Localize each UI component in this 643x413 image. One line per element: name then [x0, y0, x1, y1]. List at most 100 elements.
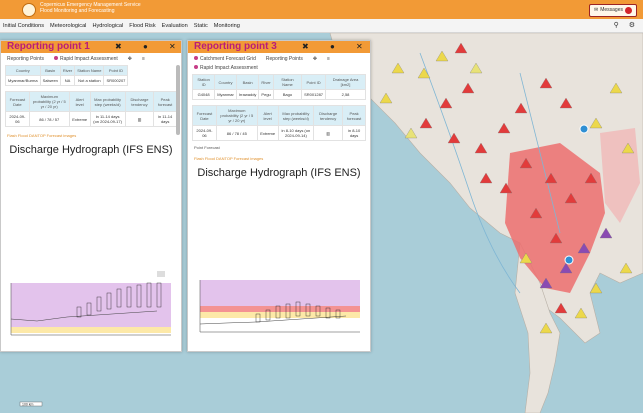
cell: G4048	[191, 89, 216, 100]
menu-icon[interactable]: ≡	[327, 56, 330, 62]
app-header: Copernicus Emergency Management Service …	[0, 0, 643, 19]
pin-dot-icon	[53, 56, 58, 60]
app-title: Copernicus Emergency Management Service …	[40, 2, 141, 14]
settings-icon[interactable]: ⚙	[629, 21, 635, 29]
pin-icon[interactable]: ●	[143, 42, 148, 52]
reporting-points-link[interactable]: Reporting Points	[7, 56, 44, 62]
panel-title: Reporting point 3	[194, 41, 277, 52]
panel-title: Reporting point 1	[7, 41, 90, 52]
app-logo	[22, 3, 36, 17]
link-text: Rapid Impact Assessment	[59, 56, 118, 62]
cell: Extreme	[68, 111, 91, 127]
tab-monitoring[interactable]: Monitoring	[211, 23, 243, 29]
tab-static[interactable]: Static	[191, 23, 211, 29]
cell: Pegu	[258, 89, 274, 100]
scale-bar: 100 km	[19, 401, 43, 407]
tendency-icon: ▥	[313, 125, 344, 141]
pin-icon[interactable]: ●	[330, 42, 335, 52]
col-header: Basin	[39, 65, 61, 76]
layers-icon[interactable]: ⚲	[614, 21, 619, 29]
tab-flood-risk[interactable]: Flood Risk	[126, 23, 158, 29]
panel-scrollbar[interactable]	[176, 65, 180, 135]
compass-icon[interactable]: ✥	[313, 56, 317, 62]
col-header: Forecast Date	[5, 91, 30, 112]
catchment-grid-link[interactable]: Catchment Forecast Grid	[194, 56, 256, 62]
col-header: Discharge tendency	[124, 91, 155, 112]
hydrograph-title: Discharge Hydrograph (IFS ENS)	[197, 167, 361, 179]
messages-button[interactable]: ✉ Messages	[589, 4, 637, 17]
main-nav: Initial Conditions Meteorological Hydrol…	[0, 19, 643, 33]
close-icon[interactable]: ✕	[169, 42, 176, 52]
col-header: Station Name	[74, 65, 105, 76]
hydrograph-chart	[7, 269, 175, 349]
flash-flood-link[interactable]: Flash Flood DANTOP Forecast images	[7, 133, 175, 138]
col-header: River	[59, 65, 76, 76]
reporting-point-marker	[564, 255, 574, 265]
col-header: Discharge tendency	[313, 105, 344, 126]
station-info-table: Country Basin River Station Name Point I…	[5, 65, 129, 86]
link-text: Reporting Points	[7, 56, 44, 62]
tab-evaluation[interactable]: Evaluation	[159, 23, 191, 29]
scale-label: 100 km	[22, 403, 34, 407]
cell: 2024-09-06	[192, 125, 217, 141]
collapse-icon[interactable]: ✖	[115, 42, 122, 52]
messages-badge	[625, 7, 632, 14]
col-header: Drainage Area [km2]	[325, 74, 366, 90]
cell: Myanmar/Burma	[5, 75, 41, 86]
reporting-point-marker	[579, 124, 589, 134]
col-header: Maximum probability (2 yr / 5 yr / 20 yr…	[28, 91, 70, 112]
rapid-impact-link[interactable]: Rapid Impact Assessment	[53, 56, 118, 62]
reporting-point-1-panel: Reporting point 1 ✖ ● ✕ Reporting Points…	[0, 40, 182, 352]
col-header: Maximum probability (2 yr / 5 yr / 20 yr…	[215, 105, 258, 126]
cell: in 11-14 days (on 2024-09-17)	[89, 111, 126, 127]
col-header: Country	[214, 74, 237, 90]
link-text: Rapid Impact Assessment	[200, 65, 258, 71]
forecast-table: Forecast Date Maximum probability (2 yr …	[192, 105, 366, 141]
cell: SR000207	[103, 75, 129, 86]
col-header: Forecast Date	[192, 105, 217, 126]
panel-header[interactable]: Reporting point 1 ✖ ● ✕	[1, 41, 181, 53]
reporting-points-link[interactable]: Reporting Points	[266, 56, 303, 62]
col-header: Point ID	[103, 65, 129, 76]
panel-header[interactable]: Reporting point 3 ✖ ● ✕	[188, 41, 370, 53]
rapid-impact-link[interactable]: Rapid Impact Assessment	[194, 65, 258, 71]
col-header: Country	[5, 65, 41, 76]
col-header: Point ID	[301, 74, 327, 90]
tab-hydrological[interactable]: Hydrological	[89, 23, 126, 29]
link-text: Reporting Points	[265, 56, 303, 62]
col-header: Alert level	[68, 91, 91, 112]
close-icon[interactable]: ✕	[356, 42, 363, 52]
col-header: Alert level	[256, 105, 279, 126]
collapse-icon[interactable]: ✖	[302, 42, 309, 52]
cell: Extreme	[256, 125, 279, 141]
cell: 2,58	[325, 89, 366, 100]
menu-icon[interactable]: ≡	[142, 56, 145, 62]
pin-dot-icon	[194, 56, 198, 60]
col-header: Max probability step (weeks/d)	[277, 105, 315, 126]
cell: in 8-10 days	[342, 125, 366, 141]
pin-dot-icon	[194, 65, 198, 69]
reporting-point-3-panel: Reporting point 3 ✖ ● ✕ Catchment Foreca…	[187, 40, 371, 352]
messages-label: Messages	[600, 7, 623, 13]
cell: Irrawaddy	[235, 89, 260, 100]
cell: NA	[59, 75, 76, 86]
col-header: Peak forecast	[342, 105, 366, 126]
cell: 2024-09-06	[5, 111, 30, 127]
station-info-table: Station ID Country Basin River Station N…	[191, 74, 366, 100]
col-header: Station Name	[272, 74, 303, 90]
col-header: Basin	[235, 74, 260, 90]
tab-meteorological[interactable]: Meteorological	[47, 23, 89, 29]
col-header: Peak forecast	[153, 91, 177, 112]
col-header: River	[258, 74, 274, 90]
section-label: Point Forecast	[194, 145, 220, 150]
compass-icon[interactable]: ✥	[128, 56, 132, 62]
forecast-table: Forecast Date Maximum probability (2 yr …	[5, 91, 177, 127]
app-title-line2: Flood Monitoring and Forecasting	[40, 8, 115, 14]
flash-flood-link[interactable]: Flash Flood DANTOP Forecast images	[194, 156, 364, 161]
cell: Myanmar	[214, 89, 237, 100]
tendency-icon: ▥	[124, 111, 155, 127]
tab-initial-conditions[interactable]: Initial Conditions	[0, 23, 47, 29]
link-text: Catchment Forecast Grid	[200, 56, 256, 62]
hydrograph-chart	[196, 266, 364, 346]
cell: SR001287	[301, 89, 327, 100]
